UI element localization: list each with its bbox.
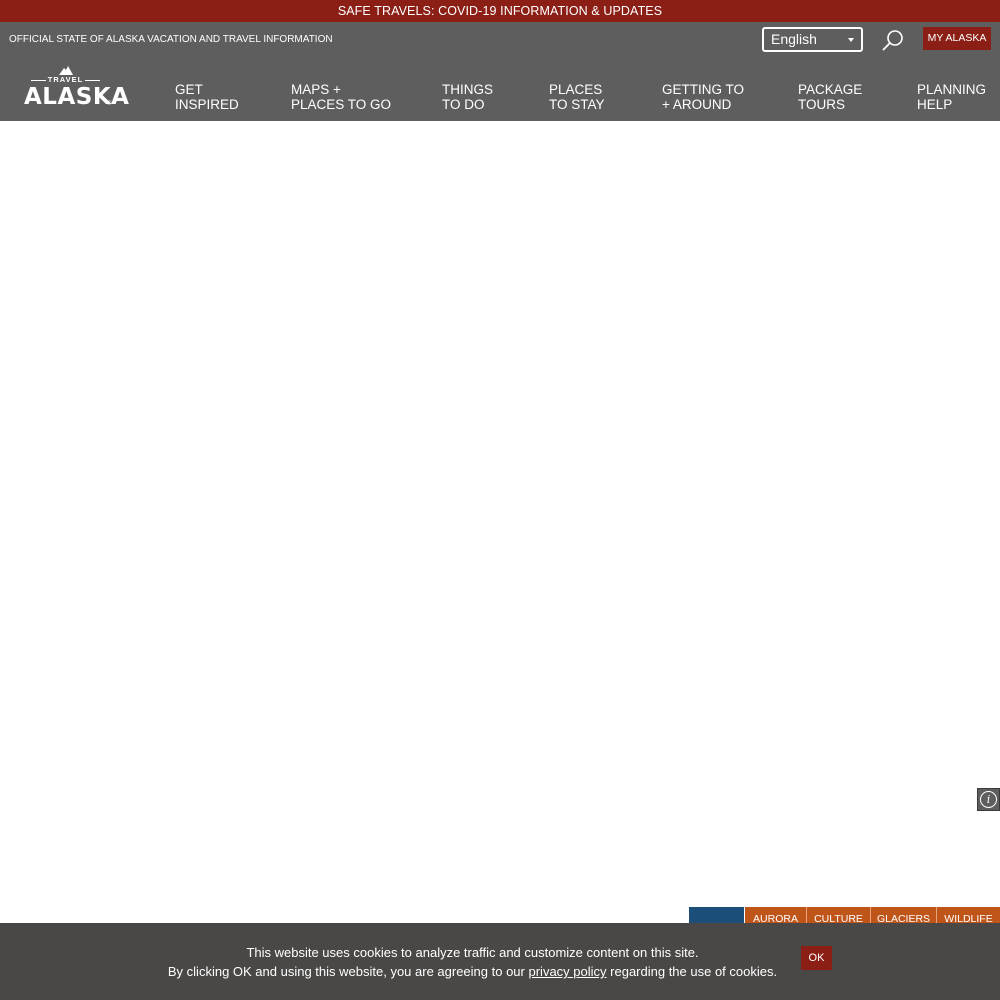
nav-label-line1: GET [175, 82, 203, 97]
nav-maps-places[interactable]: MAPS + PLACES TO GO [291, 82, 392, 112]
nav-label-line1: PLACES [549, 82, 603, 97]
nav-label-line2: INSPIRED [175, 96, 239, 112]
nav-package-tours[interactable]: PACKAGE TOURS [798, 82, 863, 112]
official-info-text: OFFICIAL STATE OF ALASKA VACATION AND TR… [9, 34, 333, 45]
cookie-line-2-before: By clicking OK and using this website, y… [167, 964, 525, 979]
search-icon[interactable] [880, 28, 906, 52]
chevron-down-icon [848, 38, 854, 42]
covid-alert-banner[interactable]: SAFE TRAVELS: COVID-19 INFORMATION & UPD… [0, 0, 1000, 22]
cookie-message: This website uses cookies to analyze tra… [160, 943, 785, 981]
nav-label-line2: PLACES TO GO [291, 96, 392, 112]
nav-get-inspired[interactable]: GET INSPIRED [175, 82, 239, 112]
nav-planning-help[interactable]: PLANNING HELP [917, 82, 987, 112]
nav-getting-around[interactable]: GETTING TO + AROUND [662, 82, 745, 112]
nav-label-line2: + AROUND [662, 96, 732, 112]
language-selected-value: English [771, 31, 817, 47]
nav-label-line1: THINGS [442, 82, 494, 97]
my-alaska-button[interactable]: MY ALASKA [923, 27, 991, 50]
info-icon: i [980, 791, 997, 808]
travel-alaska-logo[interactable]: TRAVEL ALASKA ® [22, 66, 130, 114]
cookie-line-2: By clicking OK and using this website, y… [160, 962, 785, 981]
nav-places-to-stay[interactable]: PLACES TO STAY [549, 82, 605, 112]
nav-label-line1: PLANNING [917, 82, 987, 97]
nav-label-line2: TOURS [798, 96, 846, 112]
cookie-line-1: This website uses cookies to analyze tra… [246, 945, 699, 960]
nav-label-line1: MAPS + [291, 82, 341, 97]
nav-things-to-do[interactable]: THINGS TO DO [442, 82, 494, 112]
cookie-line-2-after: regarding the use of cookies. [610, 964, 778, 979]
site-header: OFFICIAL STATE OF ALASKA VACATION AND TR… [0, 22, 1000, 121]
nav-label-line2: TO STAY [549, 96, 605, 112]
logo-wordmark: ALASKA [24, 84, 130, 110]
logo-registered-mark: ® [107, 101, 112, 107]
nav-label-line1: GETTING TO [662, 82, 745, 97]
nav-label-line2: HELP [917, 96, 953, 112]
privacy-policy-link[interactable]: privacy policy [529, 964, 607, 979]
nav-label-line1: PACKAGE [798, 82, 863, 97]
language-select[interactable]: English [762, 27, 863, 52]
mountain-icon [59, 66, 73, 75]
cookie-consent-bar: This website uses cookies to analyze tra… [0, 923, 1000, 1000]
nav-label-line2: TO DO [442, 96, 485, 112]
cookie-ok-button[interactable]: OK [801, 946, 832, 970]
covid-alert-link[interactable]: SAFE TRAVELS: COVID-19 INFORMATION & UPD… [338, 4, 662, 18]
info-button[interactable]: i [977, 788, 1000, 811]
